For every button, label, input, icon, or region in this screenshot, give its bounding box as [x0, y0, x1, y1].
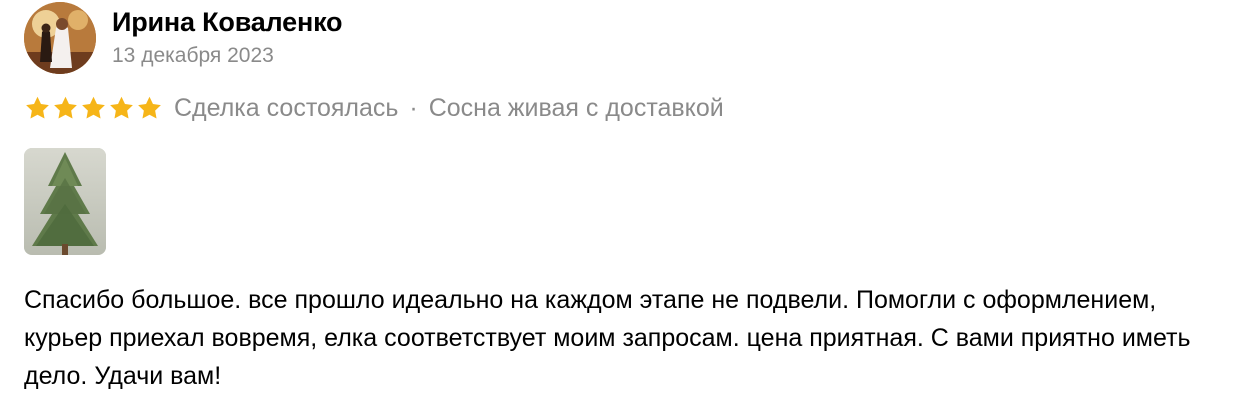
author-name: Ирина Коваленко [112, 7, 343, 37]
deal-info: Сделка состоялась · Сосна живая с достав… [174, 94, 724, 123]
item-title[interactable]: Сосна живая с доставкой [429, 94, 724, 122]
rating-stars [24, 95, 164, 121]
review-photo-thumbnail[interactable] [24, 148, 106, 255]
review-text: Спасибо большое. все прошло идеально на … [24, 286, 1191, 390]
avatar-image [24, 2, 96, 74]
deal-status: Сделка состоялась [174, 93, 399, 122]
separator: · [409, 93, 418, 122]
rating-row: Сделка состоялась · Сосна живая с достав… [24, 92, 724, 124]
star-icon [24, 95, 51, 121]
review-card: Ирина Коваленко 13 декабря 2023 Сделка с… [0, 0, 1240, 413]
star-icon [80, 95, 107, 121]
pine-tree-photo [24, 148, 106, 255]
star-icon [108, 95, 135, 121]
review-date: 13 декабря 2023 [112, 44, 274, 67]
avatar[interactable] [24, 2, 96, 74]
star-icon [136, 95, 163, 121]
star-icon [52, 95, 79, 121]
